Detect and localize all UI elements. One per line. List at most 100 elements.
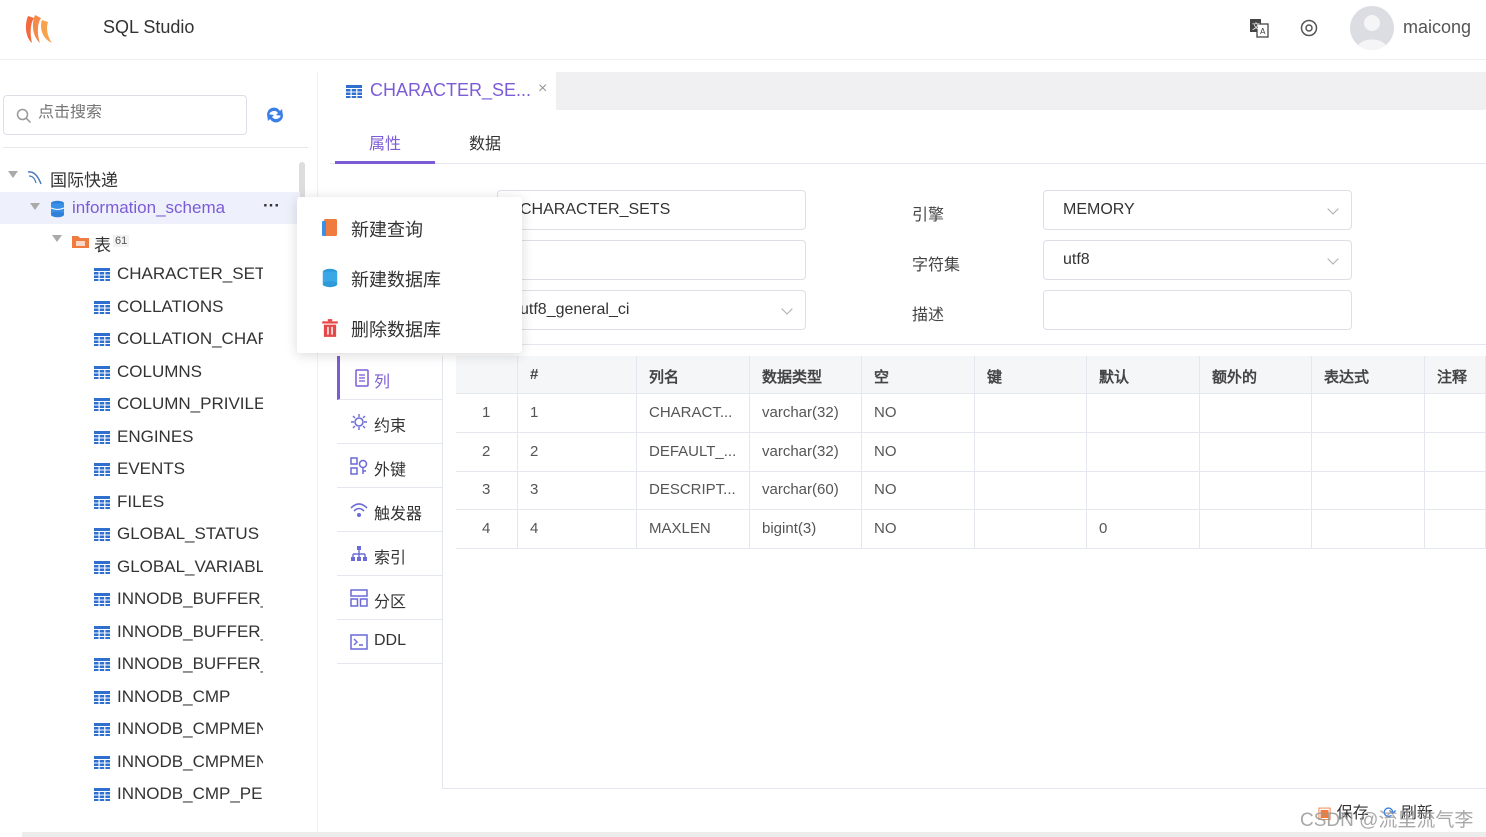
grid-header-cell[interactable]: 额外的 [1200, 356, 1312, 394]
grid-cell[interactable] [1087, 471, 1200, 510]
grid-cell[interactable]: 2 [518, 432, 637, 471]
grid-cell[interactable] [1312, 510, 1425, 549]
grid-cell[interactable]: MAXLEN [637, 510, 750, 549]
grid-cell[interactable]: DESCRIPT... [637, 471, 750, 510]
menu-new-query[interactable]: 新建查询 [297, 207, 522, 247]
tree-table-item[interactable]: COLUMN_PRIVILEG [0, 388, 300, 420]
grid-cell[interactable]: 0 [1087, 510, 1200, 549]
form-field-2[interactable] [497, 240, 806, 280]
caret-down-icon[interactable] [8, 171, 18, 178]
tree-table-item[interactable]: CHARACTER_SETS [0, 258, 300, 290]
description-field[interactable] [1043, 290, 1352, 330]
tree-table-item[interactable]: ENGINES [0, 421, 300, 453]
vmenu-ddl[interactable]: DDL [337, 620, 443, 664]
tree-table-item[interactable]: INNODB_CMP [0, 681, 300, 713]
grid-header-cell[interactable]: 列名 [637, 356, 750, 394]
grid-cell[interactable]: 4 [518, 510, 637, 549]
grid-cell[interactable]: 1 [456, 394, 518, 432]
table-row[interactable]: 3 3 DESCRIPT... varchar(60) NO [456, 471, 1486, 511]
search-input[interactable] [38, 104, 238, 122]
grid-cell[interactable]: DEFAULT_... [637, 432, 750, 471]
username[interactable]: maicong [1403, 17, 1471, 38]
grid-cell[interactable]: 3 [456, 471, 518, 510]
table-row[interactable]: 4 4 MAXLEN bigint(3) NO 0 [456, 510, 1486, 550]
grid-cell[interactable] [1312, 471, 1425, 510]
grid-header-cell[interactable]: 注释 [1425, 356, 1486, 394]
grid-cell[interactable]: bigint(3) [750, 510, 862, 549]
grid-cell[interactable] [1200, 432, 1312, 471]
search-box[interactable] [3, 95, 247, 135]
grid-cell[interactable]: NO [862, 432, 975, 471]
caret-down-icon[interactable] [30, 203, 40, 210]
horizontal-scrollbar[interactable] [22, 832, 1486, 837]
tree-table-item[interactable]: INNODB_BUFFER_F [0, 648, 300, 680]
grid-header-cell[interactable]: 表达式 [1312, 356, 1425, 394]
subtab-data[interactable]: 数据 [469, 130, 501, 154]
tree-table-item[interactable]: INNODB_CMPMEN [0, 746, 300, 778]
tree-table-item[interactable]: COLLATION_CHAR [0, 323, 300, 355]
grid-header-cell[interactable]: 键 [975, 356, 1087, 394]
vmenu-columns[interactable]: 列 [337, 356, 443, 400]
translate-icon[interactable]: 文 A [1249, 18, 1269, 38]
menu-new-database[interactable]: 新建数据库 [297, 257, 522, 297]
tree-table-item[interactable]: COLUMNS [0, 356, 300, 388]
grid-cell[interactable]: 1 [518, 394, 637, 432]
grid-cell[interactable]: varchar(60) [750, 471, 862, 510]
grid-cell[interactable]: 2 [456, 432, 518, 471]
grid-cell[interactable]: 4 [456, 510, 518, 549]
grid-cell[interactable] [1312, 394, 1425, 432]
grid-cell[interactable] [975, 432, 1087, 471]
tree-table-item[interactable]: FILES [0, 486, 300, 518]
close-icon[interactable]: × [538, 80, 547, 98]
collation-select[interactable]: utf8_general_ci [497, 290, 806, 330]
more-icon[interactable]: ··· [263, 196, 280, 216]
logo-icon[interactable] [22, 12, 56, 46]
grid-cell[interactable] [1200, 510, 1312, 549]
table-row[interactable]: 1 1 CHARACT... varchar(32) NO [456, 394, 1486, 433]
table-row[interactable]: 2 2 DEFAULT_... varchar(32) NO [456, 432, 1486, 472]
tree-folder-tables[interactable]: 表 61 [0, 226, 300, 258]
grid-header-cell[interactable]: # [518, 356, 637, 394]
table-name-field[interactable]: CHARACTER_SETS [497, 190, 806, 230]
tree-table-item[interactable]: INNODB_BUFFER_F [0, 583, 300, 615]
subtab-properties[interactable]: 属性 [369, 130, 401, 154]
grid-cell[interactable] [1200, 394, 1312, 432]
grid-cell[interactable] [975, 394, 1087, 432]
tree-table-item[interactable]: GLOBAL_VARIABLE [0, 551, 300, 583]
tree-table-item[interactable]: GLOBAL_STATUS [0, 518, 300, 550]
tree-table-item[interactable]: INNODB_CMP_PER [0, 778, 300, 810]
grid-cell[interactable] [1312, 432, 1425, 471]
avatar[interactable] [1350, 6, 1394, 50]
engine-select[interactable]: MEMORY [1043, 190, 1352, 230]
vmenu-partitions[interactable]: 分区 [337, 576, 443, 620]
grid-cell[interactable]: 3 [518, 471, 637, 510]
grid-cell[interactable]: CHARACT... [637, 394, 750, 432]
tree-database[interactable]: information_schema ··· [0, 192, 300, 224]
settings-icon[interactable] [1299, 18, 1319, 38]
grid-cell[interactable] [1087, 394, 1200, 432]
grid-cell[interactable] [1087, 432, 1200, 471]
grid-cell[interactable]: NO [862, 471, 975, 510]
grid-cell[interactable]: NO [862, 394, 975, 432]
grid-cell[interactable] [975, 471, 1087, 510]
vmenu-triggers[interactable]: 触发器 [337, 488, 443, 532]
grid-cell[interactable] [975, 510, 1087, 549]
tree-table-item[interactable]: INNODB_BUFFER_F [0, 616, 300, 648]
menu-delete-database[interactable]: 删除数据库 [297, 307, 522, 347]
grid-cell[interactable] [1425, 471, 1486, 510]
grid-cell[interactable]: varchar(32) [750, 394, 862, 432]
grid-cell[interactable]: NO [862, 510, 975, 549]
tree-table-item[interactable]: INNODB_CMPMEN [0, 713, 300, 745]
grid-cell[interactable] [1425, 432, 1486, 471]
vmenu-constraints[interactable]: 约束 [337, 400, 443, 444]
grid-header-cell[interactable] [456, 356, 518, 394]
grid-cell[interactable]: varchar(32) [750, 432, 862, 471]
refresh-icon[interactable] [264, 106, 286, 124]
grid-header-cell[interactable]: 空 [862, 356, 975, 394]
tab-character-sets[interactable]: CHARACTER_SE... × [330, 72, 556, 110]
vmenu-foreign-keys[interactable]: 外键 [337, 444, 443, 488]
grid-cell[interactable] [1200, 471, 1312, 510]
tree-table-item[interactable]: EVENTS [0, 453, 300, 485]
charset-select[interactable]: utf8 [1043, 240, 1352, 280]
grid-header-cell[interactable]: 数据类型 [750, 356, 862, 394]
